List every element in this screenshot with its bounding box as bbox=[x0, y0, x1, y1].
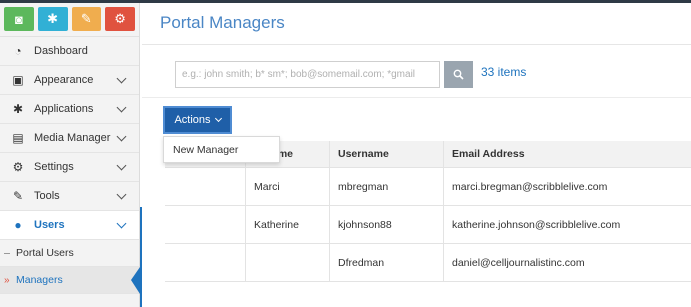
table-cell-name: Katherine bbox=[246, 206, 330, 243]
table-cell-email: katherine.johnson@scribblelive.com bbox=[452, 218, 621, 231]
table-cell-name bbox=[246, 244, 330, 281]
column-header-username[interactable]: Username bbox=[330, 141, 444, 167]
sidebar-item-label: Applications bbox=[34, 103, 94, 115]
picture-icon: ▣ bbox=[12, 73, 24, 87]
chevron-down-icon bbox=[116, 160, 127, 171]
sidebar-item-dashboard[interactable]: ◔ Dashboard bbox=[0, 37, 139, 66]
table-cell bbox=[165, 244, 246, 281]
tree-line bbox=[4, 253, 10, 254]
sidebar-item-label: Dashboard bbox=[34, 45, 88, 57]
cogs-icon[interactable]: ⚙ bbox=[105, 7, 135, 31]
menu-item-new-manager[interactable]: New Manager bbox=[173, 144, 238, 156]
sidebar-item-users[interactable]: ● Users bbox=[0, 211, 139, 240]
cogs-icon: ⚙ bbox=[12, 160, 24, 174]
table-cell-username: Dfredman bbox=[330, 244, 444, 281]
wrench-icon: ✎ bbox=[12, 189, 24, 203]
sidebar-subitem-managers[interactable]: » Managers bbox=[0, 267, 140, 294]
sidebar-item-label: Settings bbox=[34, 161, 74, 173]
chevron-down-icon bbox=[116, 189, 127, 200]
search-button[interactable] bbox=[444, 61, 473, 88]
sidebar-subitem-portal-users[interactable]: Portal Users bbox=[0, 240, 139, 267]
camera-icon[interactable]: ◙ bbox=[4, 7, 34, 31]
divider bbox=[142, 44, 691, 45]
actions-button[interactable]: Actions bbox=[163, 106, 232, 134]
sidebar-item-label: Media Manager bbox=[34, 132, 111, 144]
asterisk-icon: ✱ bbox=[12, 102, 24, 116]
table-cell-email: marci.bregman@scribblelive.com bbox=[452, 180, 608, 193]
actions-dropdown-menu: New Manager bbox=[163, 136, 280, 163]
sidebar: ◙ ✱ ✎ ⚙ ◔ Dashboard ▣ Appearance ✱ Appli… bbox=[0, 3, 140, 307]
dashboard-icon: ◔ bbox=[14, 44, 22, 58]
table-cell-email: daniel@celljournalistinc.com bbox=[452, 256, 585, 269]
wrench-icon[interactable]: ✎ bbox=[71, 7, 102, 31]
actions-label: Actions bbox=[174, 114, 211, 126]
sidebar-item-label: Tools bbox=[34, 190, 60, 202]
chevron-down-icon bbox=[116, 102, 127, 113]
sidebar-subitem-label: Managers bbox=[16, 274, 63, 286]
table-cell bbox=[165, 168, 246, 205]
table-row[interactable]: Dfredman daniel@celljournalistinc.com bbox=[165, 244, 691, 282]
sidebar-item-label: Users bbox=[34, 219, 65, 231]
active-indicator bbox=[131, 267, 140, 294]
divider bbox=[142, 97, 691, 98]
sidebar-item-label: Appearance bbox=[34, 74, 94, 86]
column-header-email[interactable]: Email Address bbox=[444, 141, 691, 167]
sidebar-item-appearance[interactable]: ▣ Appearance bbox=[0, 66, 139, 95]
sidebar-item-settings[interactable]: ⚙ Settings bbox=[0, 153, 139, 182]
double-chevron-right-icon: » bbox=[4, 275, 10, 286]
main-content: Portal Managers 33 items Actions ame Use… bbox=[142, 3, 691, 307]
chevron-down-icon bbox=[116, 218, 127, 229]
table-cell-username: mbregman bbox=[330, 168, 444, 205]
sidebar-item-media-manager[interactable]: ▤ Media Manager bbox=[0, 124, 139, 153]
table-cell-name: Marci bbox=[246, 168, 330, 205]
search-input[interactable] bbox=[175, 61, 440, 88]
sidebar-item-applications[interactable]: ✱ Applications bbox=[0, 95, 139, 124]
items-count: 33 items bbox=[481, 65, 527, 79]
table-cell bbox=[165, 206, 246, 243]
table-row[interactable]: Marci mbregman marci.bregman@scribbleliv… bbox=[165, 168, 691, 206]
sidebar-subitem-label: Portal Users bbox=[16, 247, 74, 259]
chevron-down-icon bbox=[214, 114, 222, 123]
asterisk-icon[interactable]: ✱ bbox=[37, 7, 68, 31]
table-row[interactable]: Katherine kjohnson88 katherine.johnson@s… bbox=[165, 206, 691, 244]
search-icon bbox=[453, 69, 464, 80]
sidebar-item-tools[interactable]: ✎ Tools bbox=[0, 182, 139, 211]
table-cell-username: kjohnson88 bbox=[330, 206, 444, 243]
page-title: Portal Managers bbox=[160, 13, 285, 32]
film-icon: ▤ bbox=[12, 131, 24, 145]
chevron-down-icon bbox=[116, 131, 127, 142]
chevron-down-icon bbox=[116, 73, 127, 84]
user-icon: ● bbox=[14, 218, 22, 232]
quick-actions: ◙ ✱ ✎ ⚙ bbox=[0, 3, 139, 37]
